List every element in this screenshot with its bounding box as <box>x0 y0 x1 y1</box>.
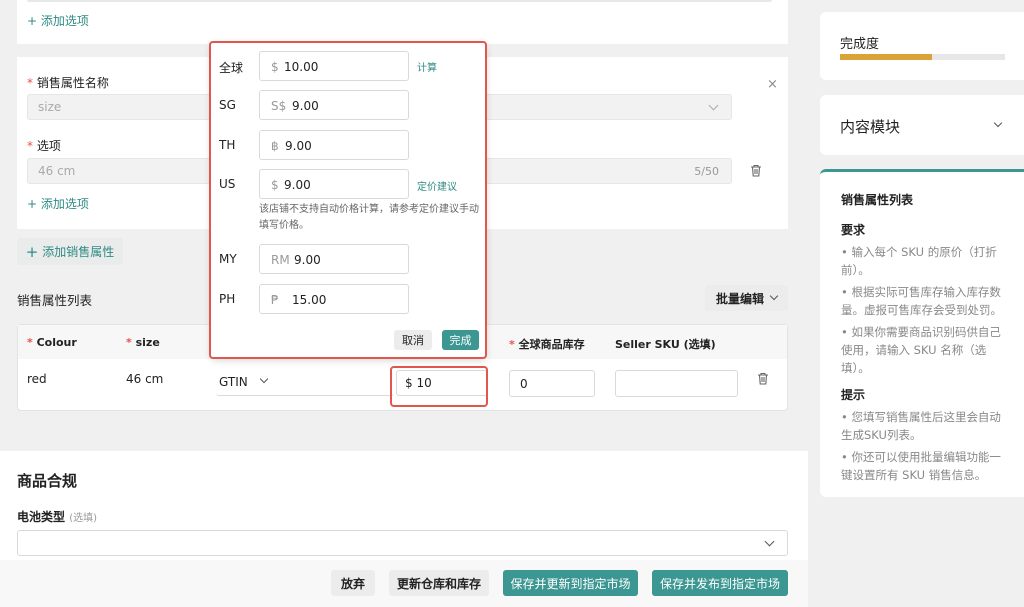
chevron-down-icon <box>764 536 775 547</box>
seller-sku-input[interactable] <box>615 370 738 397</box>
discard-button[interactable]: 放弃 <box>331 570 375 596</box>
plus-icon: + <box>25 242 39 261</box>
completion-title: 完成度 <box>840 37 880 52</box>
content-block-card[interactable]: 内容模块 <box>820 95 1024 155</box>
top-options-card: + 添加选项 <box>17 0 788 44</box>
batch-edit-button[interactable]: 批量编辑 <box>705 285 788 311</box>
add-sales-attribute-button[interactable]: + 添加销售属性 <box>17 238 123 265</box>
requirements-title: 要求 <box>841 223 866 237</box>
compliance-title: 商品合规 <box>17 472 78 490</box>
row-colour: red <box>27 372 47 386</box>
add-option-link-top[interactable]: + 添加选项 <box>27 12 89 29</box>
completion-progress-fill <box>840 54 933 60</box>
requirement-1: • 输入每个 SKU 的原价（打折前）。 <box>841 245 997 277</box>
plus-icon: + <box>27 197 41 211</box>
col-seller-sku: Seller SKU (选填) <box>615 338 716 351</box>
save-update-button[interactable]: 保存并更新到指定市场 <box>503 570 638 596</box>
help-panel-title: 销售属性列表 <box>841 193 914 207</box>
plus-icon: + <box>27 14 41 28</box>
stock-input[interactable]: 0 <box>509 370 595 397</box>
gtin-select[interactable]: GTIN <box>216 370 394 396</box>
chevron-down-icon <box>259 374 269 384</box>
add-option-link[interactable]: + 添加选项 <box>27 195 89 212</box>
completion-card: 完成度 <box>820 12 1024 80</box>
col-colour: Colour <box>27 336 77 349</box>
save-publish-button[interactable]: 保存并发布到指定市场 <box>652 570 788 596</box>
requirement-3: • 如果你需要商品识别码供自己使用，请输入 SKU 名称（选填）。 <box>841 325 1001 375</box>
top-input-edge <box>27 0 772 2</box>
chevron-down-icon <box>769 291 779 301</box>
row-size: 46 cm <box>126 372 164 386</box>
update-stock-button[interactable]: 更新仓库和库存 <box>389 570 489 596</box>
help-panel: 销售属性列表 要求 • 输入每个 SKU 的原价（打折前）。 • 根据实际可售库… <box>820 169 1024 497</box>
close-icon[interactable]: × <box>767 77 778 92</box>
tips-title: 提示 <box>841 388 866 402</box>
col-size: size <box>126 336 160 349</box>
tip-2: • 你还可以使用批量编辑功能一键设置所有 SKU 销售信息。 <box>841 450 1001 482</box>
trash-icon[interactable] <box>750 164 762 180</box>
chevron-down-icon <box>708 100 719 111</box>
popover-highlight-box <box>209 41 487 359</box>
completion-progress <box>840 54 1005 60</box>
attr-name-label: 销售属性名称 <box>27 74 109 91</box>
battery-label: 电池类型 (选填) <box>17 510 98 524</box>
content-block-title: 内容模块 <box>840 118 901 136</box>
option-label: 选项 <box>27 137 61 154</box>
battery-type-select[interactable] <box>17 530 788 556</box>
price-highlight-box <box>390 366 488 407</box>
col-global-stock: 全球商品库存 <box>509 336 585 352</box>
tip-1: • 您填写销售属性后这里会自动生成SKU列表。 <box>841 410 1001 442</box>
trash-icon[interactable] <box>757 372 769 388</box>
requirement-2: • 根据实际可售库存输入库存数量。虚报可售库存会受到处罚。 <box>841 285 1002 317</box>
sales-list-title: 销售属性列表 <box>17 293 93 308</box>
chevron-down-icon <box>993 118 1003 128</box>
